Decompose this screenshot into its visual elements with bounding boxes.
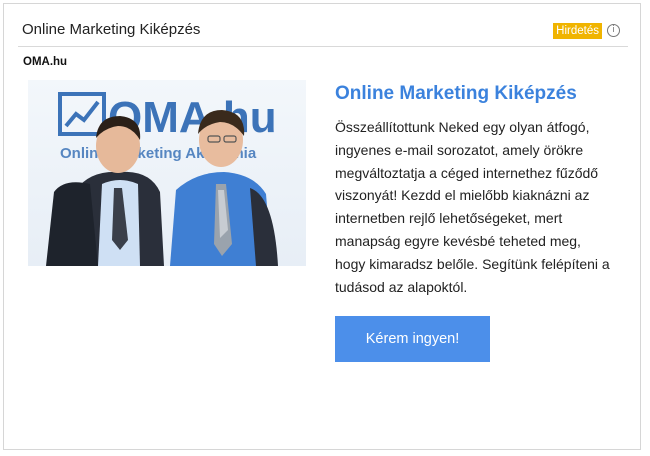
ad-badge: Hirdetés: [553, 23, 602, 39]
info-icon[interactable]: i: [607, 24, 620, 37]
ad-headline[interactable]: Online Marketing Kiképzés: [335, 83, 577, 105]
ad-image[interactable]: OMA.hu Online Marketing Akadémia: [28, 80, 306, 266]
ad-photo-illustration: OMA.hu Online Marketing Akadémia: [46, 92, 278, 266]
ad-header-title: Online Marketing Kiképzés: [22, 21, 201, 38]
ad-site-url[interactable]: OMA.hu: [23, 56, 67, 68]
chart-logo-icon: [58, 92, 106, 136]
cta-button[interactable]: Kérem ingyen!: [335, 316, 490, 362]
ad-description: Összeállítottunk Neked egy olyan átfogó,…: [335, 119, 610, 295]
ad-header: Online Marketing Kiképzés Hirdetés i: [18, 14, 628, 47]
